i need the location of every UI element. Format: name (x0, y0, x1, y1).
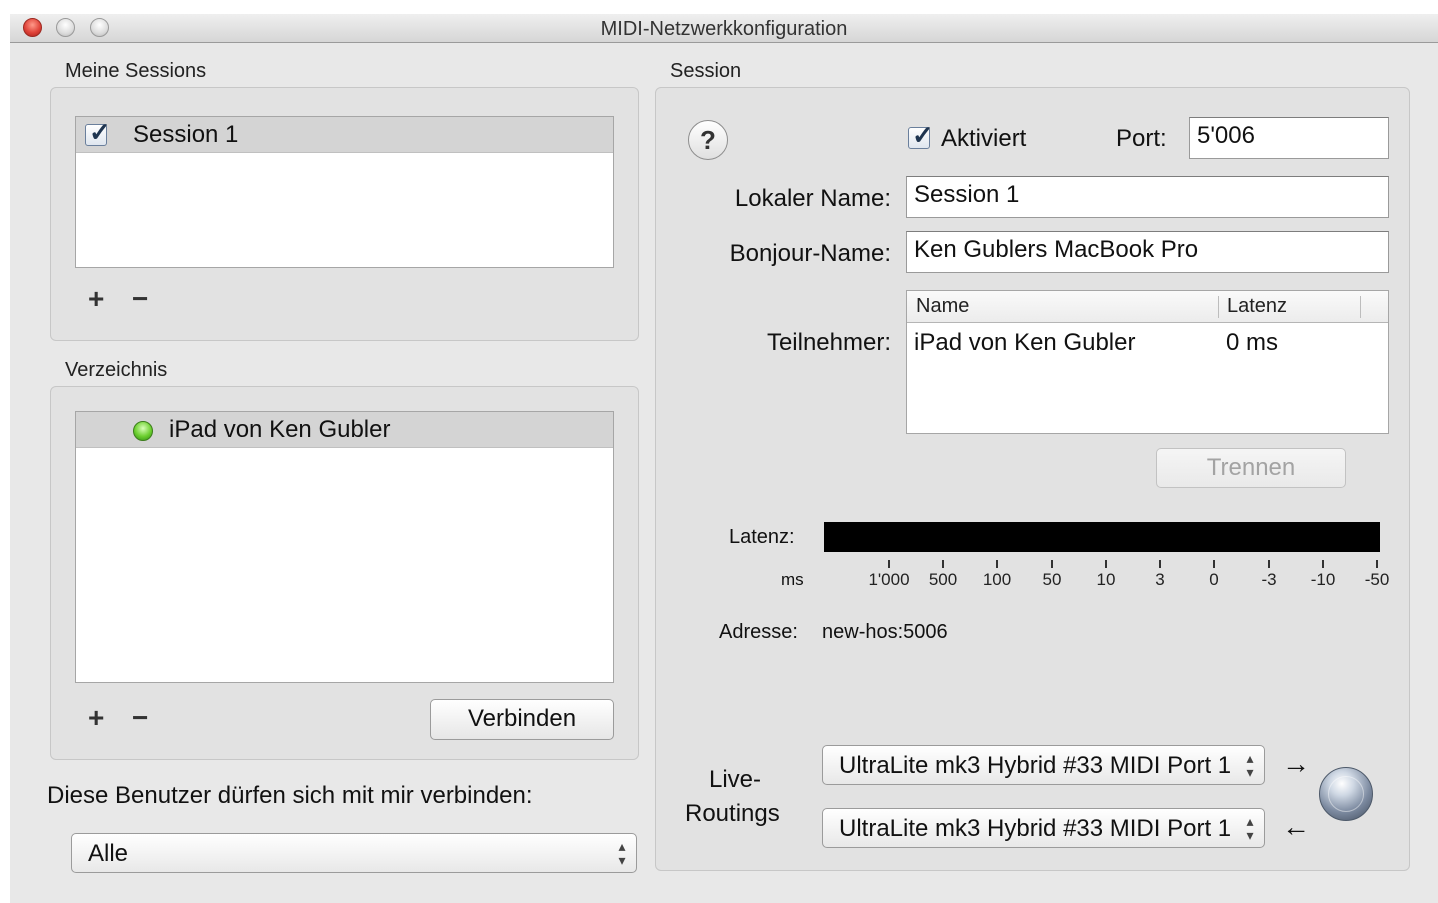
latency-tick (942, 560, 944, 568)
title-bar: MIDI-Netzwerkkonfiguration (10, 14, 1438, 43)
permission-popup[interactable]: Alle ▴ ▾ (71, 833, 637, 873)
session-group: ? ✓ Aktiviert Port: 5'006 Lokaler Name: … (655, 87, 1410, 871)
add-directory-button[interactable]: + (88, 704, 104, 732)
arrow-left-icon: ← (1282, 811, 1310, 842)
participants-table-header: Name Latenz (907, 291, 1388, 323)
routing-in-selected: UltraLite mk3 Hybrid #33 MIDI Port 1 (839, 815, 1232, 842)
local-name-field[interactable]: Session 1 (906, 176, 1389, 218)
updown-arrows-icon: ▴ ▾ (1246, 813, 1254, 843)
latency-tick (888, 560, 890, 568)
remove-session-button[interactable]: − (132, 285, 148, 313)
column-header-latency[interactable]: Latenz (1227, 295, 1287, 318)
column-separator (1218, 296, 1219, 318)
disconnect-button[interactable]: Trennen (1156, 448, 1346, 488)
updown-arrows-icon: ▴ ▾ (618, 838, 626, 868)
add-session-button[interactable]: + (88, 285, 104, 313)
list-item[interactable]: iPad von Ken Gubler (76, 412, 613, 448)
participant-name[interactable]: iPad von Ken Gubler (914, 329, 1135, 357)
bonjour-name-label: Bonjour-Name: (729, 240, 891, 267)
enabled-label: Aktiviert (941, 125, 1027, 152)
session-name: Session 1 (133, 121, 239, 148)
latency-tick (1376, 560, 1378, 568)
enabled-checkbox[interactable]: ✓ (908, 122, 934, 149)
column-separator (1360, 296, 1361, 318)
latency-tick (996, 560, 998, 568)
latency-tick (1159, 560, 1161, 568)
connect-button[interactable]: Verbinden (430, 699, 614, 740)
live-routing-label-line2: Routings (685, 800, 780, 827)
network-globe-icon (1319, 767, 1373, 821)
online-status-icon (133, 421, 153, 441)
latency-tick-label: -3 (1261, 570, 1277, 589)
latency-tick-label: 3 (1155, 570, 1165, 589)
latency-tick-label: 50 (1042, 570, 1062, 589)
latency-tick-label: -50 (1364, 570, 1390, 589)
directory-group: iPad von Ken Gubler + − Verbinden (50, 386, 639, 760)
permission-label: Diese Benutzer dürfen sich mit mir verbi… (47, 782, 533, 809)
latency-tick (1213, 560, 1215, 568)
latency-meter (824, 522, 1380, 552)
latency-meter-label: Latenz: (729, 526, 795, 548)
remove-directory-button[interactable]: − (132, 704, 148, 732)
checkmark-icon: ✓ (912, 120, 934, 150)
midi-network-window: MIDI-Netzwerkkonfiguration Meine Session… (10, 14, 1438, 903)
latency-tick-label: 500 (928, 570, 958, 589)
window-title: MIDI-Netzwerkkonfiguration (600, 18, 848, 40)
arrow-right-icon: → (1282, 748, 1310, 779)
my-sessions-label: Meine Sessions (65, 60, 207, 82)
checkmark-icon: ✓ (89, 117, 111, 147)
column-header-name[interactable]: Name (916, 295, 969, 318)
routing-out-popup[interactable]: UltraLite mk3 Hybrid #33 MIDI Port 1 ▴ ▾ (822, 745, 1265, 785)
port-label: Port: (1116, 125, 1167, 152)
participants-label: Teilnehmer: (766, 329, 891, 356)
help-button[interactable]: ? (688, 120, 728, 160)
session-section-label: Session (670, 60, 742, 82)
address-label: Adresse: (719, 621, 798, 643)
latency-tick-label: 10 (1096, 570, 1116, 589)
routing-in-popup[interactable]: UltraLite mk3 Hybrid #33 MIDI Port 1 ▴ ▾ (822, 808, 1265, 848)
latency-tick-label: 1'000 (868, 570, 910, 589)
latency-tick (1051, 560, 1053, 568)
address-value: new-hos:5006 (822, 621, 948, 643)
sessions-list[interactable]: ✓ Session 1 (75, 116, 614, 268)
latency-tick-label: 100 (982, 570, 1012, 589)
latency-tick (1105, 560, 1107, 568)
routing-out-selected: UltraLite mk3 Hybrid #33 MIDI Port 1 (839, 752, 1232, 779)
latency-tick-label: -10 (1310, 570, 1336, 589)
my-sessions-group: ✓ Session 1 + − (50, 87, 639, 341)
latency-tick-label: 0 (1209, 570, 1219, 589)
port-field[interactable]: 5'006 (1189, 117, 1389, 159)
directory-label: Verzeichnis (65, 359, 168, 381)
participants-table[interactable]: Name Latenz iPad von Ken Gubler 0 ms (906, 290, 1389, 434)
participant-latency: 0 ms (1226, 329, 1279, 356)
updown-arrows-icon: ▴ ▾ (1246, 750, 1254, 780)
bonjour-name-field[interactable]: Ken Gublers MacBook Pro (906, 231, 1389, 273)
latency-tick (1268, 560, 1270, 568)
session-enabled-checkbox[interactable]: ✓ (85, 119, 111, 146)
local-name-label: Lokaler Name: (734, 185, 891, 212)
list-item[interactable]: ✓ Session 1 (76, 117, 613, 153)
live-routing-label-line1: Live- (709, 766, 762, 793)
latency-tick (1322, 560, 1324, 568)
permission-selected: Alle (88, 840, 129, 867)
directory-item-name: iPad von Ken Gubler (169, 416, 391, 443)
latency-unit-label: ms (781, 570, 804, 589)
directory-list[interactable]: iPad von Ken Gubler (75, 411, 614, 683)
